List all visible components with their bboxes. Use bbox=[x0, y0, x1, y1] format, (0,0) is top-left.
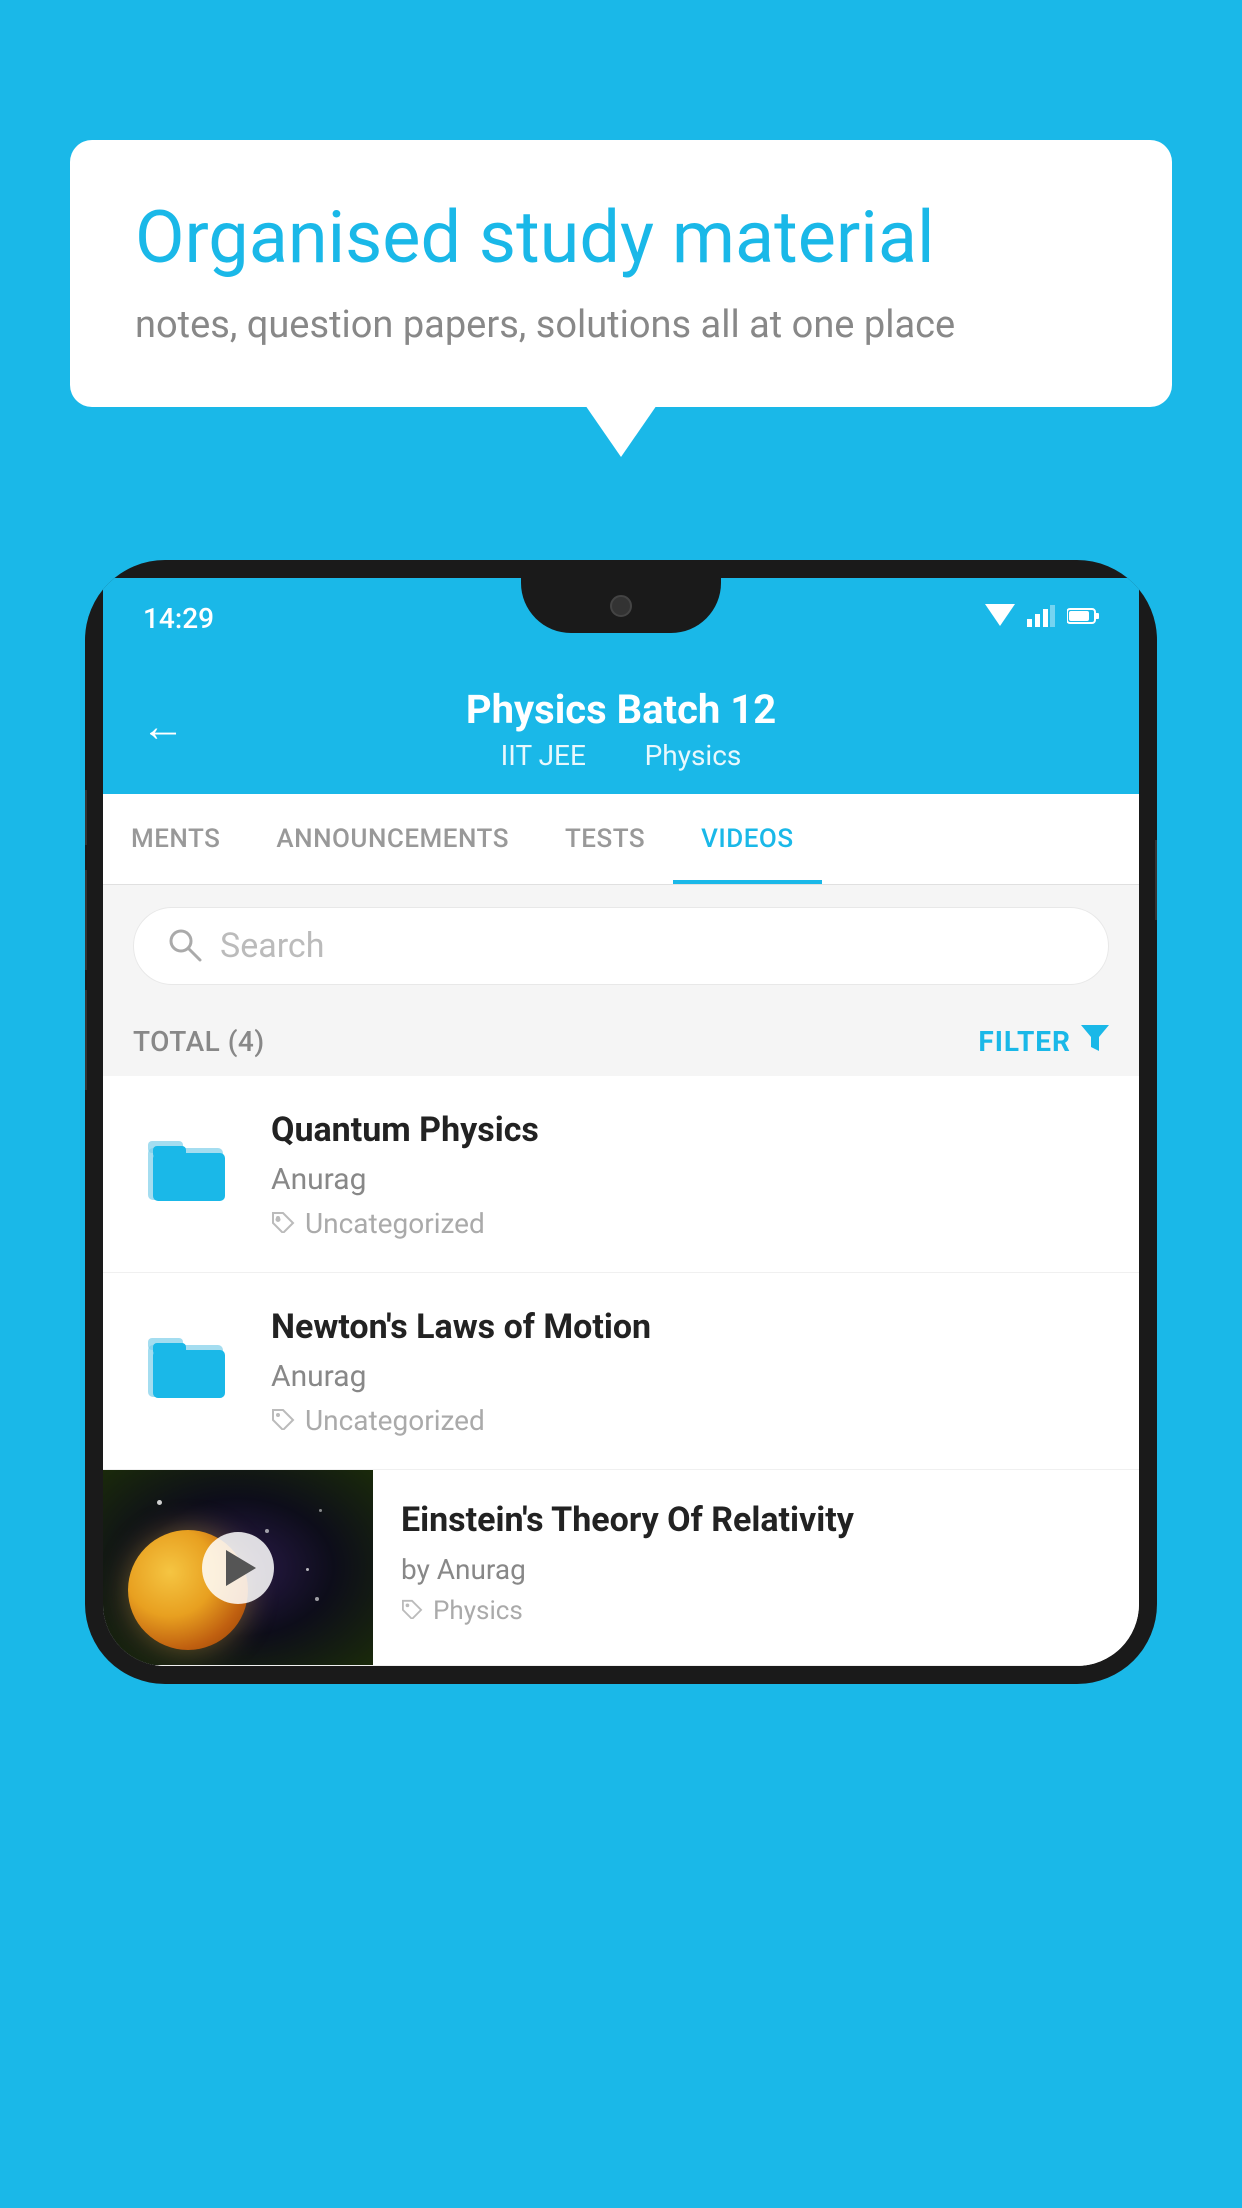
tag-icon-3 bbox=[401, 1596, 423, 1626]
video-title-1: Quantum Physics bbox=[271, 1108, 1109, 1152]
speech-bubble: Organised study material notes, question… bbox=[70, 140, 1172, 407]
filter-row: TOTAL (4) FILTER bbox=[103, 1007, 1139, 1076]
subtitle-iit: IIT JEE bbox=[501, 739, 586, 772]
video-title-2: Newton's Laws of Motion bbox=[271, 1305, 1109, 1349]
tag-text-3: Physics bbox=[433, 1596, 523, 1626]
list-item[interactable]: Quantum Physics Anurag Uncategorized bbox=[103, 1076, 1139, 1273]
video-thumb-2 bbox=[133, 1305, 243, 1415]
front-camera bbox=[610, 595, 632, 617]
bubble-title: Organised study material bbox=[135, 195, 1107, 281]
filter-label: FILTER bbox=[978, 1025, 1071, 1058]
tag-text-2: Uncategorized bbox=[305, 1404, 485, 1437]
filter-button[interactable]: FILTER bbox=[978, 1025, 1109, 1058]
header-subtitle: IIT JEE Physics bbox=[143, 739, 1099, 772]
header-title: Physics Batch 12 bbox=[143, 686, 1099, 733]
volume-up-button bbox=[85, 870, 87, 970]
list-item[interactable]: Newton's Laws of Motion Anurag Uncategor… bbox=[103, 1273, 1139, 1470]
subtitle-physics: Physics bbox=[645, 739, 742, 772]
search-icon bbox=[166, 926, 202, 966]
video-tag-2: Uncategorized bbox=[271, 1404, 1109, 1437]
video-tag-3: Physics bbox=[401, 1596, 1111, 1626]
video-thumb-1 bbox=[133, 1108, 243, 1218]
speech-bubble-container: Organised study material notes, question… bbox=[70, 140, 1172, 407]
video-list: Quantum Physics Anurag Uncategorized bbox=[103, 1076, 1139, 1666]
play-triangle-icon bbox=[226, 1550, 256, 1586]
tab-tests[interactable]: TESTS bbox=[537, 794, 673, 884]
search-bar[interactable]: Search bbox=[133, 907, 1109, 985]
video-author-3: by Anurag bbox=[401, 1553, 1111, 1586]
phone-notch bbox=[521, 578, 721, 633]
phone-outer: 14:29 bbox=[85, 560, 1157, 1684]
total-count: TOTAL (4) bbox=[133, 1025, 265, 1058]
back-button[interactable]: ← bbox=[141, 700, 185, 752]
video-author-2: Anurag bbox=[271, 1359, 1109, 1394]
tab-announcements[interactable]: ANNOUNCEMENTS bbox=[248, 794, 537, 884]
video-info-3: Einstein's Theory Of Relativity by Anura… bbox=[373, 1470, 1139, 1653]
signal-icon bbox=[1027, 605, 1055, 631]
power-button bbox=[1155, 840, 1157, 920]
bubble-subtitle: notes, question papers, solutions all at… bbox=[135, 303, 1107, 347]
volume-silent-button bbox=[85, 790, 87, 845]
video-info-2: Newton's Laws of Motion Anurag Uncategor… bbox=[271, 1305, 1109, 1437]
phone-screen: ← Physics Batch 12 IIT JEE Physics MENTS… bbox=[103, 658, 1139, 1666]
status-icons bbox=[985, 604, 1099, 632]
video-title-3: Einstein's Theory Of Relativity bbox=[401, 1498, 1111, 1542]
video-author-1: Anurag bbox=[271, 1162, 1109, 1197]
phone-container: 14:29 bbox=[85, 560, 1157, 2208]
video-tag-1: Uncategorized bbox=[271, 1207, 1109, 1240]
wifi-icon bbox=[985, 604, 1015, 632]
filter-icon bbox=[1081, 1025, 1109, 1058]
status-time: 14:29 bbox=[143, 602, 214, 635]
battery-icon bbox=[1067, 607, 1099, 629]
list-item[interactable]: Einstein's Theory Of Relativity by Anura… bbox=[103, 1470, 1139, 1666]
play-button-3[interactable] bbox=[202, 1532, 274, 1604]
video-thumbnail-3 bbox=[103, 1470, 373, 1665]
search-placeholder: Search bbox=[220, 926, 324, 966]
search-container: Search bbox=[103, 885, 1139, 1007]
tag-icon-1 bbox=[271, 1207, 295, 1240]
tag-text-1: Uncategorized bbox=[305, 1207, 485, 1240]
tab-ments[interactable]: MENTS bbox=[103, 794, 248, 884]
tab-videos[interactable]: VIDEOS bbox=[673, 794, 821, 884]
tag-icon-2 bbox=[271, 1404, 295, 1437]
video-info-1: Quantum Physics Anurag Uncategorized bbox=[271, 1108, 1109, 1240]
tabs-container: MENTS ANNOUNCEMENTS TESTS VIDEOS bbox=[103, 794, 1139, 885]
status-bar: 14:29 bbox=[103, 578, 1139, 658]
app-header: ← Physics Batch 12 IIT JEE Physics bbox=[103, 658, 1139, 794]
volume-down-button bbox=[85, 990, 87, 1090]
